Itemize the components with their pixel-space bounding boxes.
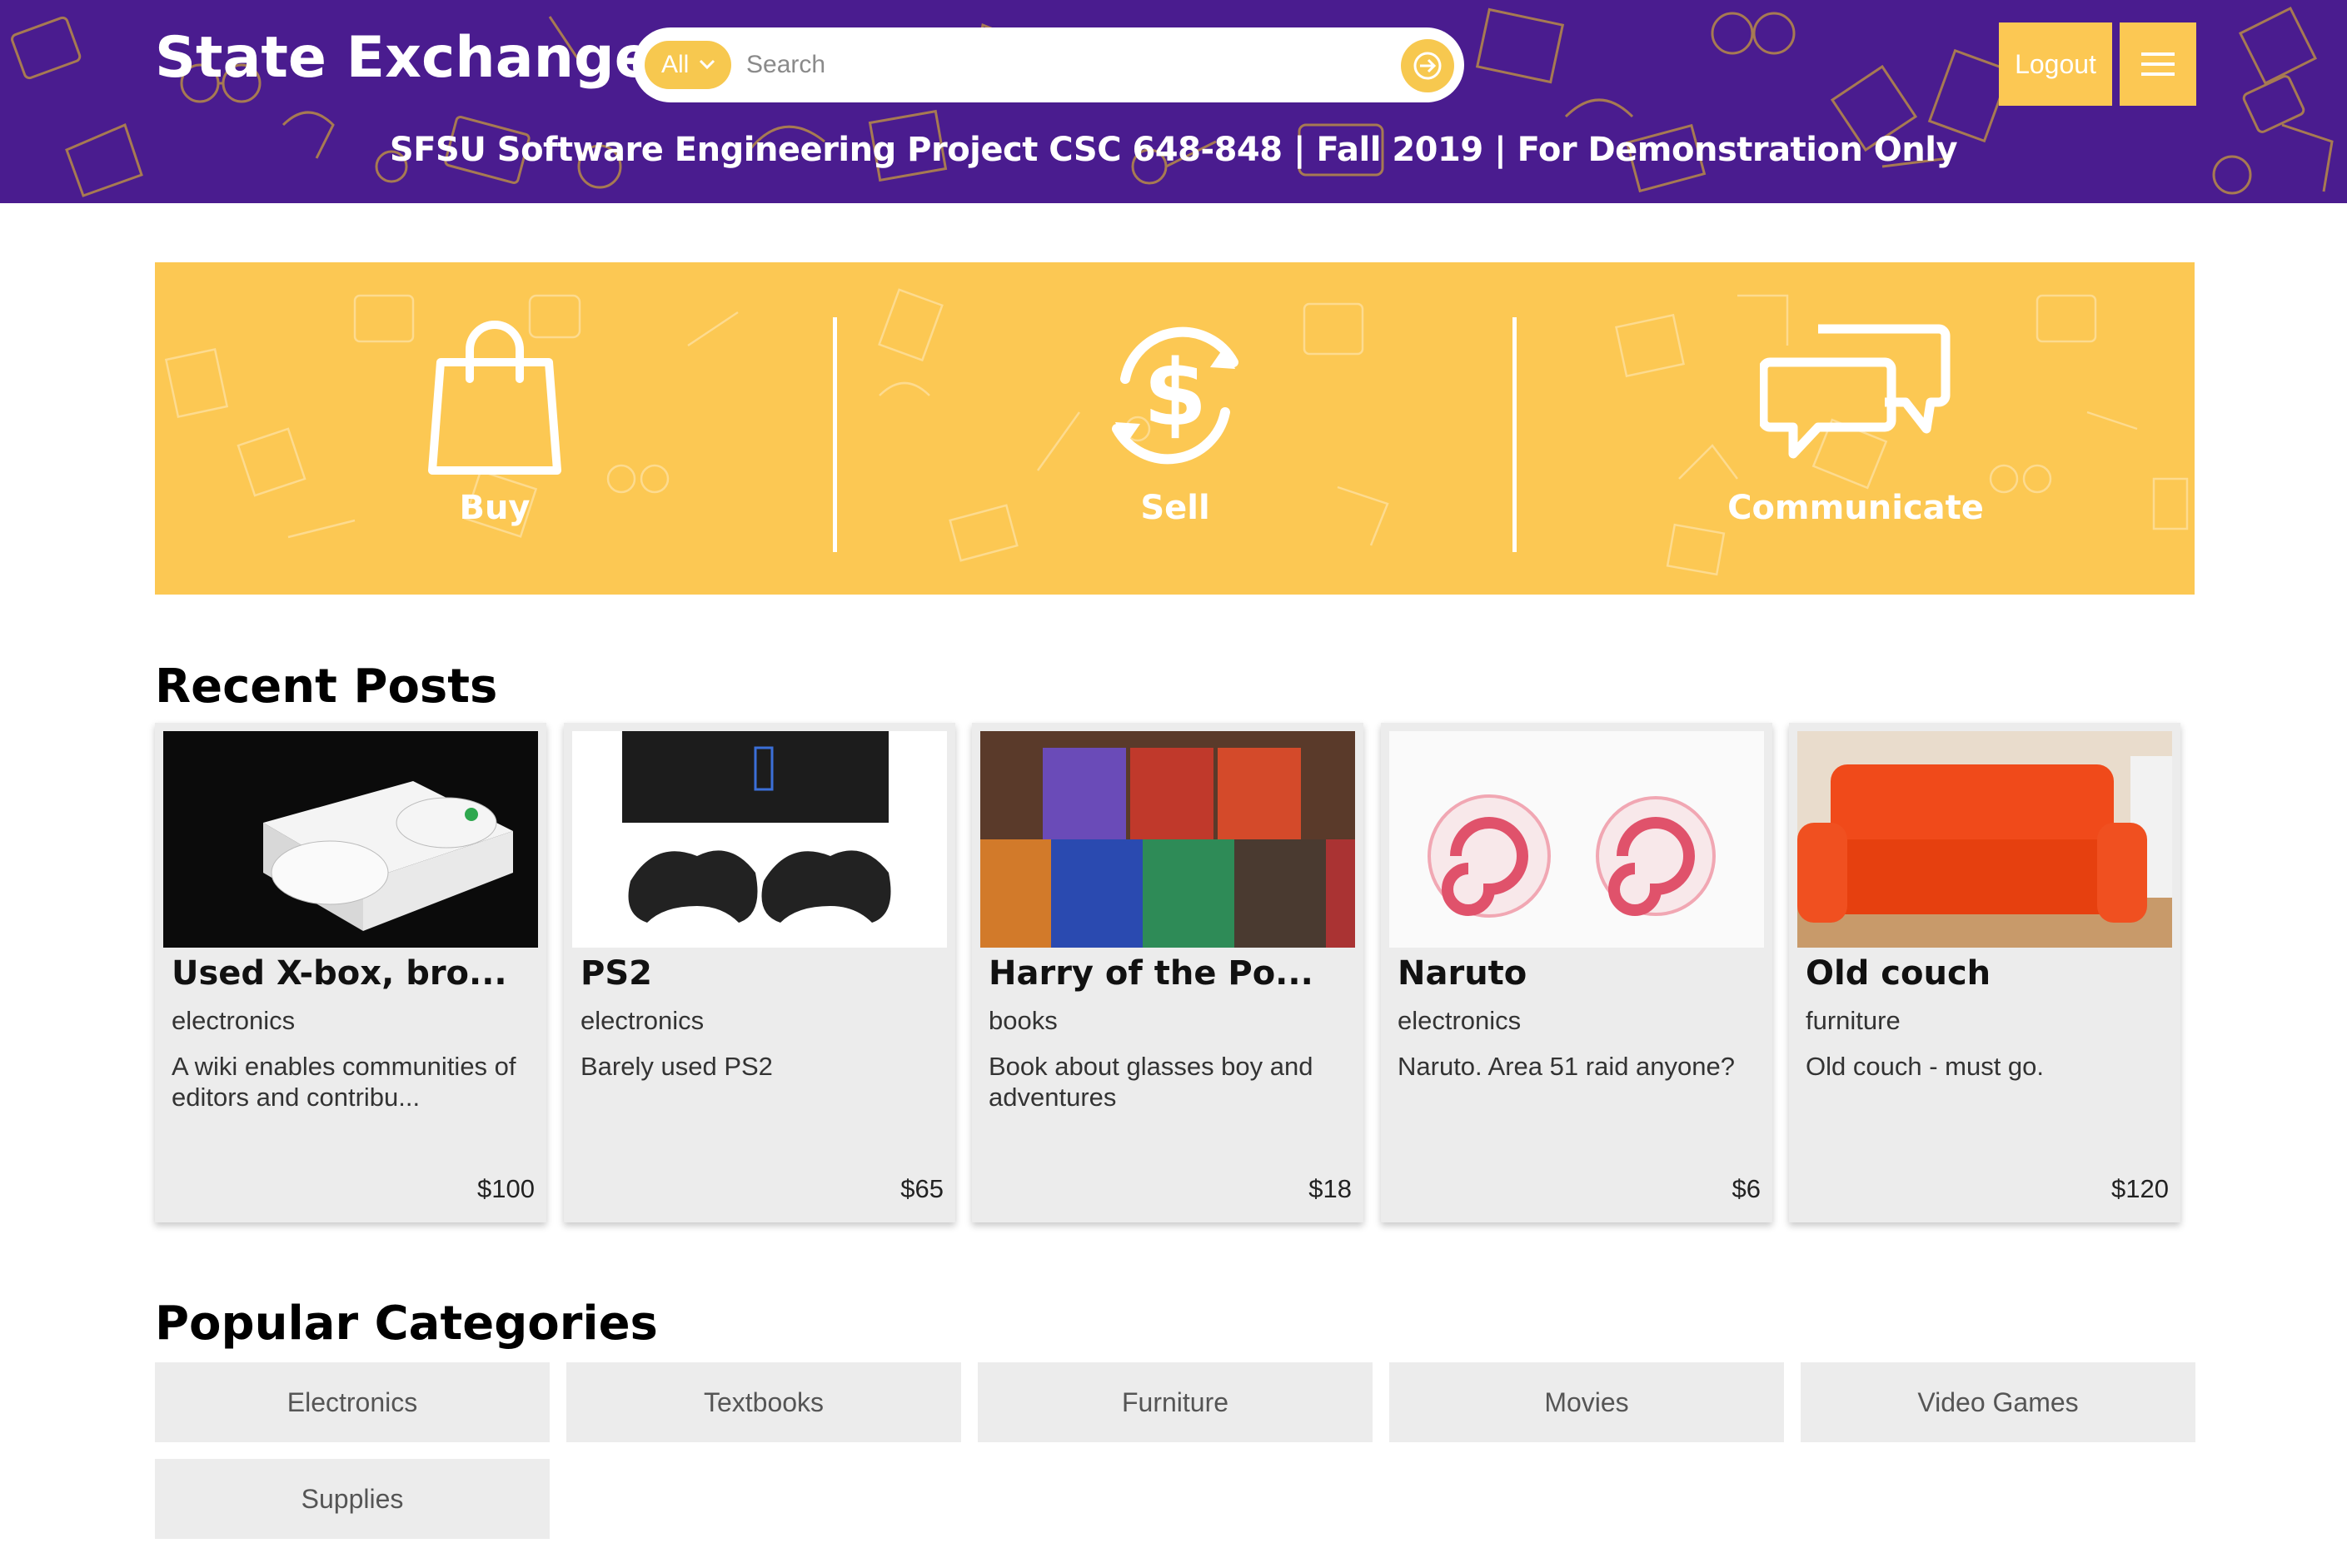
search-submit-button[interactable] (1401, 39, 1454, 92)
post-category: electronics (172, 1006, 296, 1035)
menu-button[interactable] (2120, 22, 2196, 106)
search-category-value: All (661, 51, 690, 78)
shopping-bag-icon (428, 321, 561, 475)
post-price: $18 (1308, 1174, 1352, 1203)
post-description: Barely used PS2 (581, 1052, 773, 1081)
post-card[interactable]: Harry of the Po... books Book about glas… (972, 723, 1363, 1222)
post-image[interactable] (1797, 731, 2172, 948)
post-title[interactable]: Naruto (1398, 954, 1764, 993)
hero-communicate-label: Communicate (1727, 489, 1984, 527)
recent-posts-list: Used X-box, bro... electronics A wiki en… (155, 723, 2197, 1224)
dollar-cycle-icon: $ (1112, 326, 1238, 465)
arrow-right-icon (1413, 52, 1442, 80)
hero-buy-label: Buy (459, 489, 531, 527)
post-price: $120 (2111, 1174, 2169, 1203)
search-input[interactable] (746, 41, 1379, 89)
category-supplies-button[interactable]: Supplies (155, 1459, 550, 1539)
hero-buy[interactable]: Buy (262, 262, 728, 595)
logout-button[interactable]: Logout (1999, 22, 2112, 106)
post-image[interactable] (163, 731, 538, 948)
post-price: $65 (900, 1174, 944, 1203)
post-description: A wiki enables communities of editors an… (172, 1052, 516, 1112)
post-title[interactable]: Old couch (1806, 954, 2172, 993)
site-logo-title[interactable]: State Exchange (155, 18, 653, 98)
ps2-photo (572, 731, 947, 948)
couch-photo (1797, 731, 2172, 948)
category-electronics-button[interactable]: Electronics (155, 1362, 550, 1442)
post-category: electronics (581, 1006, 705, 1035)
search-bar: All (633, 27, 1464, 102)
post-image[interactable] (980, 731, 1355, 948)
hero-divider (833, 317, 837, 552)
post-card[interactable]: PS2 electronics Barely used PS2 $65 (564, 723, 955, 1222)
xbox-photo (163, 731, 538, 948)
post-price: $100 (477, 1174, 535, 1203)
recent-posts-heading: Recent Posts (155, 660, 498, 714)
post-title[interactable]: Harry of the Po... (989, 954, 1355, 993)
post-title[interactable]: Used X-box, bro... (172, 954, 538, 993)
post-card[interactable]: Old couch furniture Old couch - must go.… (1789, 723, 2180, 1222)
hero-communicate[interactable]: Communicate (1622, 262, 2089, 595)
chevron-down-icon (698, 41, 716, 106)
hero-divider (1512, 317, 1517, 552)
svg-text:$: $ (1144, 340, 1208, 446)
post-category: furniture (1806, 1006, 1901, 1035)
post-price: $6 (1732, 1174, 1761, 1203)
hamburger-menu-icon (2141, 52, 2175, 76)
site-header: State Exchange All Logout SFSU Software … (0, 0, 2347, 203)
naruto-photo (1389, 731, 1764, 948)
post-image[interactable] (572, 731, 947, 948)
site-subtitle-text: SFSU Software Engineering Project CSC 64… (389, 131, 1958, 169)
post-category: books (989, 1006, 1058, 1035)
books-photo (980, 731, 1355, 948)
chat-bubbles-icon (1760, 324, 1951, 459)
category-movies-button[interactable]: Movies (1389, 1362, 1784, 1442)
hero-sell-label: Sell (1140, 489, 1210, 527)
post-card[interactable]: Naruto electronics Naruto. Area 51 raid … (1381, 723, 1772, 1222)
post-category: electronics (1398, 1006, 1522, 1035)
category-furniture-button[interactable]: Furniture (978, 1362, 1373, 1442)
category-textbooks-button[interactable]: Textbooks (566, 1362, 961, 1442)
post-description: Old couch - must go. (1806, 1052, 2045, 1081)
search-category-dropdown[interactable]: All (645, 41, 731, 89)
site-subtitle: SFSU Software Engineering Project CSC 64… (0, 127, 2347, 173)
post-description: Book about glasses boy and adventures (989, 1052, 1313, 1112)
post-title[interactable]: PS2 (581, 954, 947, 993)
post-image[interactable] (1389, 731, 1764, 948)
popular-categories-heading: Popular Categories (155, 1297, 658, 1351)
post-description: Naruto. Area 51 raid anyone? (1398, 1052, 1735, 1081)
post-card[interactable]: Used X-box, bro... electronics A wiki en… (155, 723, 546, 1222)
category-video-games-button[interactable]: Video Games (1801, 1362, 2195, 1442)
hero-sell[interactable]: $ Sell (942, 262, 1408, 595)
hero-banner: Buy $ Sell Communicate (155, 262, 2195, 595)
